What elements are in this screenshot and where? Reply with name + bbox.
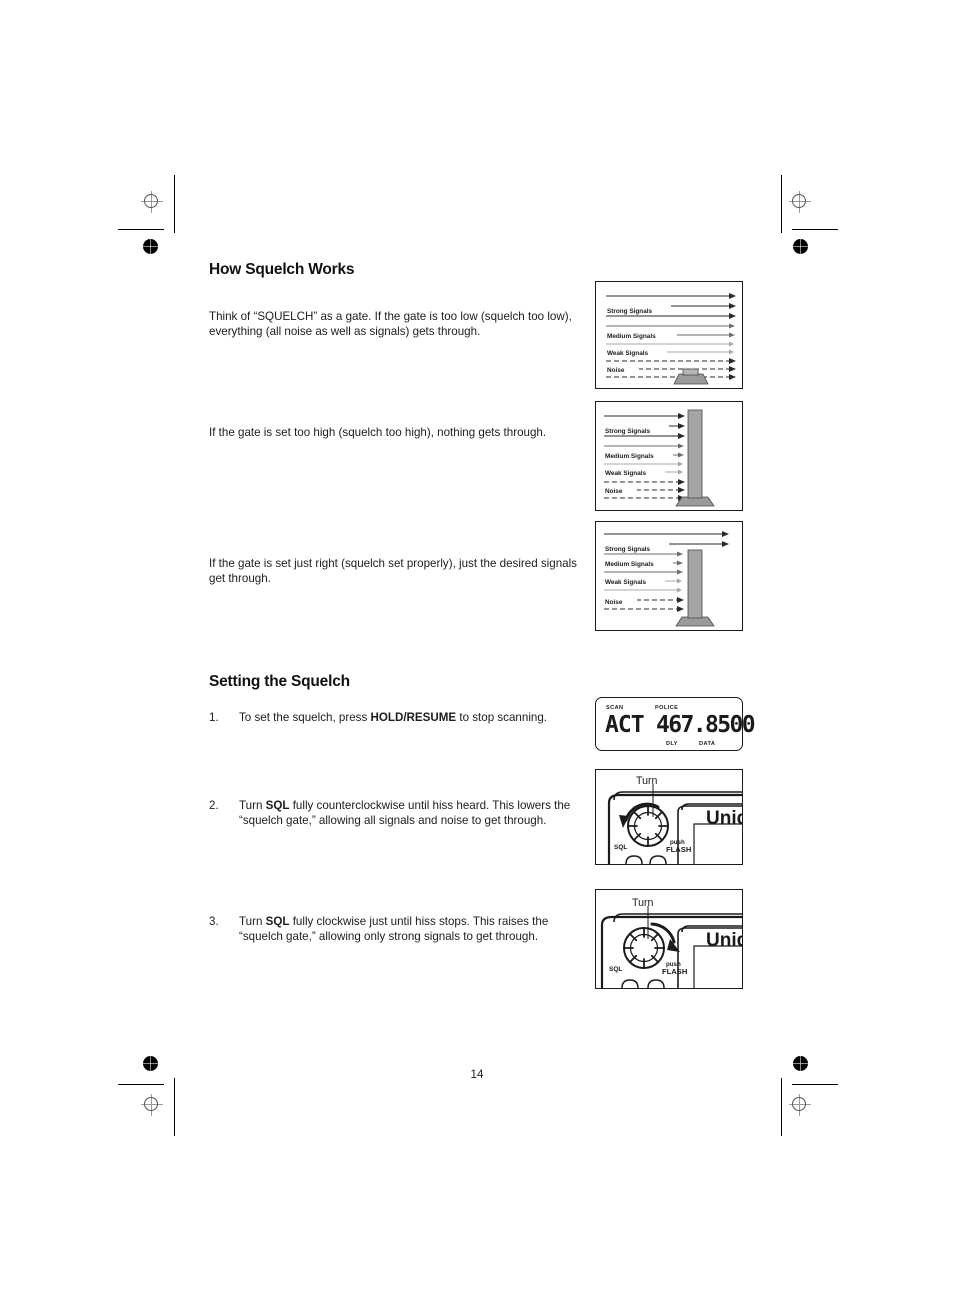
svg-text:Weak Signals: Weak Signals xyxy=(605,470,647,477)
section-heading-how-squelch-works: How Squelch Works xyxy=(209,261,355,278)
svg-text:Medium Signals: Medium Signals xyxy=(607,333,656,340)
svg-text:Noise: Noise xyxy=(607,367,625,374)
figure-knob-counterclockwise: SQL push FLASH Unid Turn xyxy=(595,769,743,865)
lcd-scan-indicator: SCAN xyxy=(606,705,624,711)
svg-text:Medium Signals: Medium Signals xyxy=(605,453,654,460)
crop-mark-line-bottom-left xyxy=(174,1078,175,1136)
registration-dot-top-left xyxy=(140,236,161,257)
registration-target-top-left xyxy=(141,191,163,213)
figure-gate-just-right: Strong Signals Medium Signals Weak Signa… xyxy=(595,521,743,631)
step-number: 1. xyxy=(209,711,219,724)
crop-mark-line-bottom-right xyxy=(781,1078,782,1136)
document-page: How Squelch Works Think of “SQUELCH” as … xyxy=(0,0,954,1312)
crop-mark-line-bottom-left-2 xyxy=(118,1084,164,1085)
figure-lcd-display: SCAN POLICE ACT 467.8500 DLY DATA xyxy=(595,697,756,751)
svg-text:Noise: Noise xyxy=(605,599,623,606)
lcd-frequency-readout: 467.8500 xyxy=(656,712,756,738)
page-number: 14 xyxy=(470,1068,484,1081)
gate-diagram-low-svg: Strong Signals Medium Signals Weak Signa… xyxy=(605,293,736,385)
svg-text:Unid: Unid xyxy=(706,808,742,829)
step-text: To set the squelch, press HOLD/RESUME to… xyxy=(239,711,548,724)
knob-cw-turn-label: Turn xyxy=(632,897,654,909)
step-text: Turn SQL fully counterclockwise until hi… xyxy=(239,799,571,827)
step-keyword: SQL xyxy=(265,799,290,812)
paragraph-squelch-gate-right: If the gate is set just right (squelch s… xyxy=(209,557,577,585)
crop-mark-line-top-left-2 xyxy=(118,229,164,230)
registration-dot-top-right xyxy=(790,236,811,257)
knob-ccw-turn-label: Turn xyxy=(636,775,658,787)
svg-text:Weak Signals: Weak Signals xyxy=(607,350,649,357)
step-number: 3. xyxy=(209,915,219,928)
svg-text:FLASH: FLASH xyxy=(662,967,687,976)
section-heading-setting-the-squelch: Setting the Squelch xyxy=(209,673,350,690)
registration-target-bottom-right xyxy=(789,1094,811,1116)
step-item-3: 3. Turn SQL fully clockwise just until h… xyxy=(209,915,594,944)
svg-text:Medium Signals: Medium Signals xyxy=(605,561,654,568)
step-keyword: HOLD/RESUME xyxy=(370,711,457,724)
crop-mark-line-top-left xyxy=(174,175,175,233)
svg-text:Weak Signals: Weak Signals xyxy=(605,579,647,586)
svg-text:SQL: SQL xyxy=(614,844,627,851)
paragraph-squelch-gate-high: If the gate is set too high (squelch too… xyxy=(209,426,547,439)
step-text: Turn SQL fully clockwise just until hiss… xyxy=(239,915,549,943)
svg-text:Strong Signals: Strong Signals xyxy=(607,308,653,315)
step-item-2: 2. Turn SQL fully counterclockwise until… xyxy=(209,799,594,828)
step-number: 2. xyxy=(209,799,219,812)
svg-text:Noise: Noise xyxy=(605,488,623,495)
lcd-mode-readout: ACT xyxy=(605,712,645,738)
crop-mark-line-bottom-right-2 xyxy=(792,1084,838,1085)
svg-text:Strong Signals: Strong Signals xyxy=(605,546,651,553)
svg-text:SQL: SQL xyxy=(609,966,622,973)
lcd-data-indicator: DATA xyxy=(699,741,716,747)
lcd-dly-indicator: DLY xyxy=(666,741,678,747)
knob-ccw-svg: SQL push FLASH Unid xyxy=(607,784,742,864)
step-keyword: SQL xyxy=(265,915,290,928)
registration-target-top-right xyxy=(789,191,811,213)
svg-text:Unid: Unid xyxy=(706,930,742,951)
lcd-police-indicator: POLICE xyxy=(655,705,679,711)
gate-diagram-right-svg: Strong Signals Medium Signals Weak Signa… xyxy=(603,531,729,627)
step-item-1: 1. To set the squelch, press HOLD/RESUME… xyxy=(209,711,594,726)
registration-target-bottom-left xyxy=(141,1094,163,1116)
svg-text:Strong Signals: Strong Signals xyxy=(605,428,651,435)
knob-cw-svg: SQL push FLASH Unid xyxy=(600,906,742,988)
paragraph-squelch-gate-low: Think of “SQUELCH” as a gate. If the gat… xyxy=(209,310,572,338)
figure-gate-too-low: Strong Signals Medium Signals Weak Signa… xyxy=(595,281,743,389)
svg-text:FLASH: FLASH xyxy=(666,845,691,854)
crop-mark-line-top-right-2 xyxy=(792,229,838,230)
figure-gate-too-high: Strong Signals Medium Signals Weak Signa… xyxy=(595,401,743,511)
gate-diagram-high-svg: Strong Signals Medium Signals Weak Signa… xyxy=(603,409,715,507)
crop-mark-line-top-right xyxy=(781,175,782,233)
figure-knob-clockwise: SQL push FLASH Unid Turn xyxy=(595,889,743,989)
